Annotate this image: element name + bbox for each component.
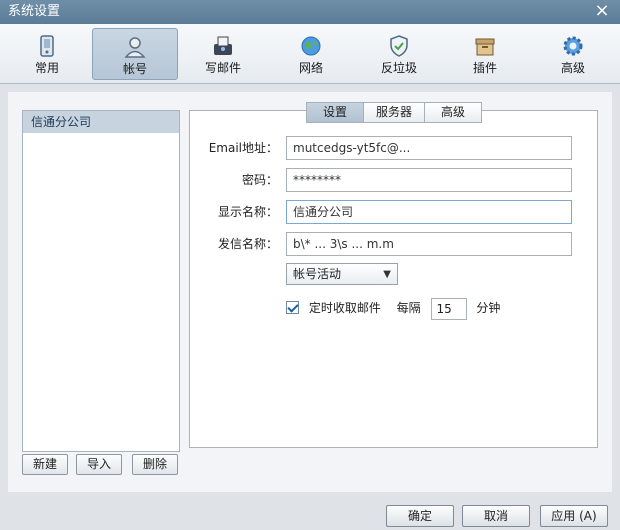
tab-advanced[interactable]: 高级 (424, 102, 482, 123)
compose-icon (214, 36, 232, 55)
sender-name-label: 发信名称： (217, 237, 278, 251)
phone-icon (40, 35, 54, 57)
new-account-button[interactable]: 新建 (22, 454, 68, 475)
display-name-label: 显示名称： (217, 205, 278, 219)
account-status-select[interactable]: 帐号活动 ▼ (286, 263, 398, 285)
toolbar-item-compose[interactable]: 写邮件 (180, 28, 266, 80)
email-label: Email地址： (208, 141, 278, 155)
delete-button[interactable]: 删除 (132, 454, 178, 475)
interval-unit: 分钟 (476, 301, 501, 315)
account-status-value: 帐号活动 (293, 267, 342, 281)
email-field[interactable]: mutcedgs-yt5fc@... (286, 136, 572, 160)
import-button[interactable]: 导入 (76, 454, 122, 475)
sender-name-field[interactable]: b\* ... 3\s ... m.m (286, 232, 572, 256)
display-name-field[interactable]: 信通分公司 (286, 200, 572, 224)
toolbar-item-label: 插件 (472, 61, 497, 75)
settings-toolbar: 常用 帐号 写邮件 网络 反垃圾 插件 高级 (0, 24, 620, 84)
toolbar-item-common[interactable]: 常用 (4, 28, 90, 80)
tab-server[interactable]: 服务器 (363, 102, 425, 123)
toolbar-item-label: 网络 (298, 61, 323, 75)
toolbar-item-advanced[interactable]: 高级 (530, 28, 616, 80)
box-icon (475, 38, 495, 56)
shield-icon (390, 35, 408, 57)
password-label: 密码： (241, 173, 278, 187)
auto-fetch-label: 定时收取邮件 (308, 301, 381, 315)
close-icon[interactable]: × (594, 2, 610, 20)
globe-icon (301, 36, 321, 56)
cancel-button[interactable]: 取消 (462, 505, 530, 527)
interval-input[interactable]: 15 (430, 297, 467, 320)
toolbar-item-label: 常用 (34, 61, 59, 75)
ok-button[interactable]: 确定 (386, 505, 454, 527)
chevron-down-icon: ▼ (383, 269, 391, 280)
toolbar-item-account[interactable]: 帐号 (92, 28, 178, 80)
auto-fetch-row: 定时收取邮件 每隔 15 分钟 (286, 297, 501, 320)
toolbar-item-label: 反垃圾 (380, 61, 417, 75)
gear-icon (563, 36, 583, 56)
user-icon (124, 37, 146, 58)
password-field[interactable]: ******** (286, 168, 572, 192)
auto-fetch-checkbox[interactable] (286, 301, 299, 314)
toolbar-item-label: 帐号 (122, 62, 147, 76)
window-title: 系统设置 (8, 4, 61, 19)
dialog-footer: 确定 取消 应用 (A) (0, 496, 620, 530)
toolbar-item-network[interactable]: 网络 (268, 28, 354, 80)
window-titlebar: 系统设置 × (0, 0, 620, 24)
list-item[interactable]: 信通分公司 (23, 111, 179, 133)
interval-prefix: 每隔 (396, 301, 421, 315)
account-settings-area: 信通分公司 新建 导入 删除 设置 服务器 高级 Email地址： mutced… (8, 92, 612, 492)
toolbar-item-plugins[interactable]: 插件 (442, 28, 528, 80)
account-list[interactable]: 信通分公司 (22, 110, 180, 452)
apply-button[interactable]: 应用 (A) (540, 505, 608, 527)
toolbar-item-antispam[interactable]: 反垃圾 (356, 28, 442, 80)
tab-settings[interactable]: 设置 (306, 102, 364, 123)
account-settings-panel: 设置 服务器 高级 Email地址： mutcedgs-yt5fc@... 密码… (189, 102, 598, 448)
toolbar-item-label: 高级 (560, 61, 585, 75)
toolbar-item-label: 写邮件 (204, 61, 241, 75)
